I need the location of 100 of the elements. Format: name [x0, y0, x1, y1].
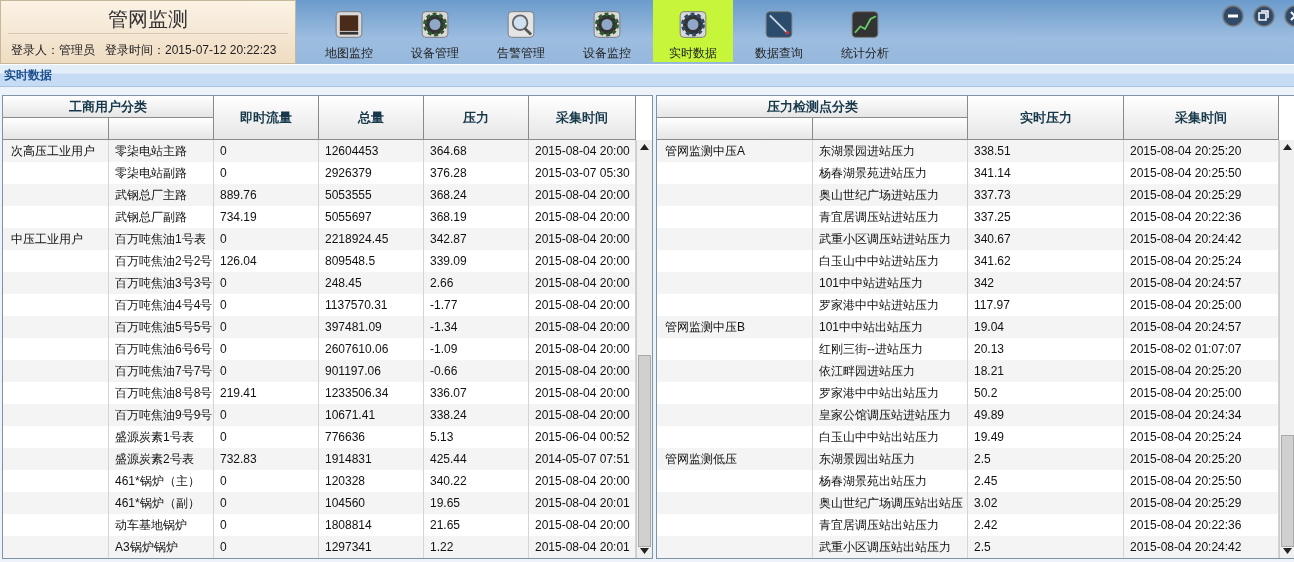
scroll-thumb[interactable] [1281, 435, 1294, 547]
table-cell: 2015-08-04 20:00 [529, 316, 636, 338]
table-cell: 2015-08-04 20:00 [529, 272, 636, 294]
nav-tab[interactable]: 设备管理 [392, 0, 478, 62]
table-cell: 管网监测中压A [657, 140, 813, 162]
breadcrumb: 实时数据 [3, 68, 52, 82]
table-cell: 2.5 [968, 536, 1124, 558]
table-cell: 2015-08-04 20:00 [529, 360, 636, 382]
table-cell: 3.02 [968, 492, 1124, 514]
table-cell: 次高压工业用户 [3, 140, 109, 162]
table-cell: 0 [214, 404, 319, 426]
table-cell: 管网监测低压 [657, 448, 813, 470]
scrollbar[interactable] [1279, 140, 1294, 558]
scroll-thumb[interactable] [638, 355, 651, 547]
table-cell: 340.67 [968, 228, 1124, 250]
app-title: 管网监测 [108, 7, 188, 32]
table-cell: 5053555 [319, 184, 424, 206]
table-cell: 零柒电站主路 [109, 140, 214, 162]
table-cell: -0.66 [424, 360, 529, 382]
column-group-header: 压力检测点分类 [657, 96, 968, 118]
table-cell: 889.76 [214, 184, 319, 206]
login-time: 登录时间：2015-07-12 20:22:23 [105, 42, 277, 59]
table-cell: -1.34 [424, 316, 529, 338]
table-cell: 18.21 [968, 360, 1124, 382]
table-cell: 338.51 [968, 140, 1124, 162]
table-cell: 2.66 [424, 272, 529, 294]
table-cell: 奥山世纪广场调压站出站压 [813, 492, 968, 514]
column-group-header: 工商用户分类 [3, 96, 214, 118]
table-cell: 425.44 [424, 448, 529, 470]
table-cell: 2015-08-04 20:24:42 [1124, 536, 1279, 558]
table-cell: 2015-08-04 20:01 [529, 536, 636, 558]
table-cell: 0 [214, 228, 319, 250]
table-cell: 武重小区调压站出站压力 [813, 536, 968, 558]
table-cell: 2015-08-04 20:01 [529, 492, 636, 514]
table-cell: 49.89 [968, 404, 1124, 426]
table-cell: 1297341 [319, 536, 424, 558]
table-cell: 2015-08-04 20:24:34 [1124, 404, 1279, 426]
column-header: 采集时间 [529, 96, 636, 140]
table-cell: 0 [214, 316, 319, 338]
table-cell: 104560 [319, 492, 424, 514]
table-cell: 2015-08-04 20:24:57 [1124, 316, 1279, 338]
table-cell: 0 [214, 360, 319, 382]
table-cell: 461*锅炉（副） [109, 492, 214, 514]
table-cell: 2015-08-04 20:25:20 [1124, 140, 1279, 162]
table-cell: 2218924.45 [319, 228, 424, 250]
table-cell: 397481.09 [319, 316, 424, 338]
table-cell: 364.68 [424, 140, 529, 162]
table-cell: 368.24 [424, 184, 529, 206]
table-cell: 中压工业用户 [3, 228, 109, 250]
table-cell: 1.22 [424, 536, 529, 558]
table-cell: 0 [214, 140, 319, 162]
table-cell: 武重小区调压站进站压力 [813, 228, 968, 250]
table-cell: 0 [214, 536, 319, 558]
table-cell: 2015-08-04 20:00 [529, 228, 636, 250]
table-cell: 19.65 [424, 492, 529, 514]
table-cell: 10671.41 [319, 404, 424, 426]
table-cell: 依江畔园进站压力 [813, 360, 968, 382]
table-cell: 百万吨焦油5号5号 [109, 316, 214, 338]
table-cell: 2015-08-04 20:25:20 [1124, 448, 1279, 470]
scrollbar[interactable] [636, 140, 652, 558]
table-cell: 1914831 [319, 448, 424, 470]
restore-icon[interactable] [1253, 5, 1275, 27]
table-cell: 东湖景园进站压力 [813, 140, 968, 162]
table-cell: 百万吨焦油3号3号 [109, 272, 214, 294]
nav-tab[interactable]: 统计分析 [822, 0, 908, 62]
table-cell: 101中中站出站压力 [813, 316, 968, 338]
table-cell: 武钢总厂主路 [109, 184, 214, 206]
table-cell: 337.73 [968, 184, 1124, 206]
table-cell: 东湖景园出站压力 [813, 448, 968, 470]
table-cell: 101中中站进站压力 [813, 272, 968, 294]
column-header: 即时流量 [214, 96, 319, 140]
login-user: 登录人：管理员 [11, 42, 95, 59]
table-cell: 百万吨焦油1号表 [109, 228, 214, 250]
table-cell: A3锅炉锅炉 [109, 536, 214, 558]
table-cell: 2015-08-04 20:00 [529, 404, 636, 426]
table-cell: 19.04 [968, 316, 1124, 338]
nav-tab[interactable]: 设备监控 [564, 0, 650, 62]
table-cell: 2015-08-04 20:24:42 [1124, 228, 1279, 250]
nav-tab[interactable]: 数据查询 [736, 0, 822, 62]
table-cell: 2.5 [968, 448, 1124, 470]
table-cell: 0 [214, 492, 319, 514]
column-header: 实时压力 [968, 96, 1124, 140]
column-header: 总量 [319, 96, 424, 140]
table-cell: 342 [968, 272, 1124, 294]
column-header: 压力 [424, 96, 529, 140]
table-cell: 皇家公馆调压站进站压力 [813, 404, 968, 426]
nav-tab[interactable]: 告警管理 [478, 0, 564, 62]
table-cell: 管网监测中压B [657, 316, 813, 338]
table-cell: 248.45 [319, 272, 424, 294]
table-cell: 342.87 [424, 228, 529, 250]
nav-tab[interactable]: 实时数据 [653, 0, 733, 62]
table-cell: 盛源炭素2号表 [109, 448, 214, 470]
table-cell: 2015-08-04 20:00 [529, 184, 636, 206]
table-cell: 百万吨焦油9号9号 [109, 404, 214, 426]
table-cell: 2015-08-04 20:24:57 [1124, 272, 1279, 294]
table-cell: 0 [214, 272, 319, 294]
nav-tab[interactable]: 地图监控 [306, 0, 392, 62]
minimize-icon[interactable] [1222, 5, 1244, 27]
table-cell: 百万吨焦油7号7号 [109, 360, 214, 382]
table-cell: 奥山世纪广场进站压力 [813, 184, 968, 206]
